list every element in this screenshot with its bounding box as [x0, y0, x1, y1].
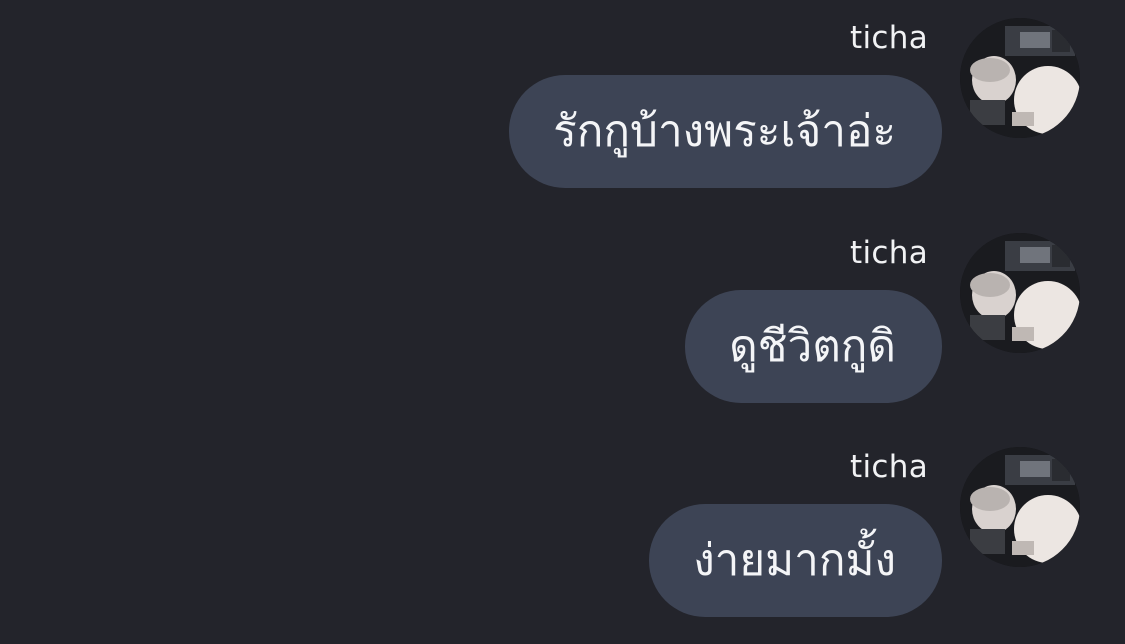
- user-photo-icon[interactable]: [960, 18, 1080, 138]
- sender-name: ticha: [850, 235, 928, 271]
- message-bubble[interactable]: ง่ายมากมั้ง: [649, 504, 942, 617]
- message-row: ticha ดูชีวิตกูดิ: [0, 233, 1080, 433]
- message-bubble[interactable]: รักกูบ้างพระเจ้าอ่ะ: [509, 75, 942, 188]
- user-photo-icon[interactable]: [960, 233, 1080, 353]
- message-bubble[interactable]: ดูชีวิตกูดิ: [685, 290, 942, 403]
- user-photo-icon[interactable]: [960, 447, 1080, 567]
- sender-name: ticha: [850, 20, 928, 56]
- chat-thread: ticha รักกูบ้างพระเจ้าอ่ะ ticha ดูชีวิตก…: [0, 0, 1125, 644]
- sender-name: ticha: [850, 449, 928, 485]
- message-row: ticha รักกูบ้างพระเจ้าอ่ะ: [0, 18, 1080, 218]
- message-row: ticha ง่ายมากมั้ง: [0, 447, 1080, 644]
